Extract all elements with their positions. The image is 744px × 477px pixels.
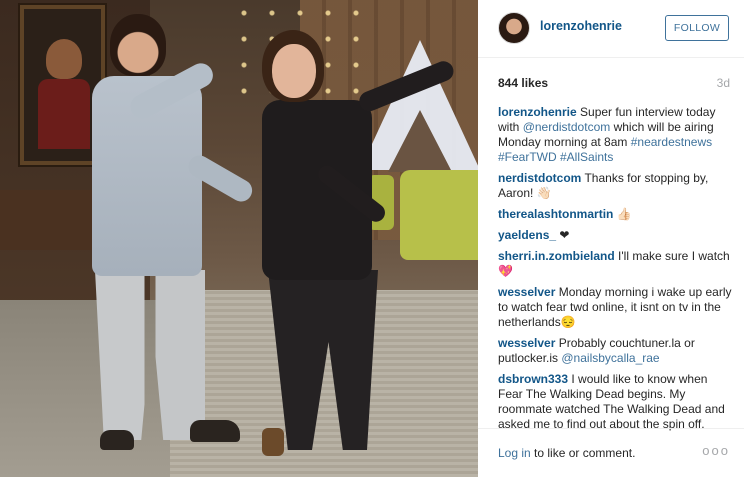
post-header: lorenzohenrie FOLLOW	[478, 0, 744, 58]
comment-username[interactable]: dsbrown333	[498, 372, 568, 386]
comment-item: lorenzohenrie Super fun interview today …	[498, 105, 734, 165]
post-sidebar: lorenzohenrie FOLLOW 844 likes 3d lorenz…	[478, 0, 744, 477]
login-prompt-text: to like or comment.	[530, 446, 636, 460]
post-photo[interactable]	[0, 0, 478, 477]
comment-username[interactable]: therealashtonmartin	[498, 207, 613, 221]
comment-item: nerdistdotcom Thanks for stopping by, Aa…	[498, 171, 734, 201]
person-right-shoe	[262, 428, 284, 456]
person-left-shoe	[190, 420, 240, 442]
comment-username[interactable]: wesselver	[498, 285, 555, 299]
avatar[interactable]	[498, 12, 530, 44]
comment-item: wesselver Probably couchtuner.la or putl…	[498, 336, 734, 366]
comment-username[interactable]: wesselver	[498, 336, 555, 350]
follow-button[interactable]: FOLLOW	[665, 15, 729, 41]
comment-username[interactable]: sherri.in.zombieland	[498, 249, 615, 263]
login-prompt: Log in to like or comment.	[498, 446, 635, 460]
comment-item: yaeldens_ ❤	[498, 228, 734, 243]
mention-link[interactable]: @nailsbycalla_rae	[561, 351, 659, 365]
login-link[interactable]: Log in	[498, 446, 531, 460]
chair	[400, 170, 478, 260]
comment-username[interactable]: yaeldens_	[498, 228, 556, 242]
username-link[interactable]: lorenzohenrie	[540, 19, 622, 33]
comment-list: lorenzohenrie Super fun interview today …	[498, 105, 734, 438]
comment-item: wesselver Monday morning i wake up early…	[498, 285, 734, 330]
comment-text: ❤	[559, 228, 570, 242]
person-left-shoe	[100, 430, 134, 450]
person-left-head	[110, 14, 166, 76]
comment-text: 👍🏻	[616, 207, 632, 221]
comment-username[interactable]: lorenzohenrie	[498, 105, 577, 119]
post-age[interactable]: 3d	[717, 76, 730, 90]
comment-item: dsbrown333 I would like to know when Fea…	[498, 372, 734, 432]
comment-item: therealashtonmartin 👍🏻	[498, 207, 734, 222]
comment-item: sherri.in.zombieland I'll make sure I wa…	[498, 249, 734, 279]
person-right-face	[272, 44, 316, 98]
studio-logo-cutout	[388, 110, 452, 172]
ellipsis-icon[interactable]: ooo	[702, 443, 730, 458]
likes-count[interactable]: 844 likes	[498, 76, 548, 90]
comment-username[interactable]: nerdistdotcom	[498, 171, 581, 185]
mention-link[interactable]: @nerdistdotcom	[523, 120, 611, 134]
post-footer: Log in to like or comment. ooo	[478, 428, 744, 477]
